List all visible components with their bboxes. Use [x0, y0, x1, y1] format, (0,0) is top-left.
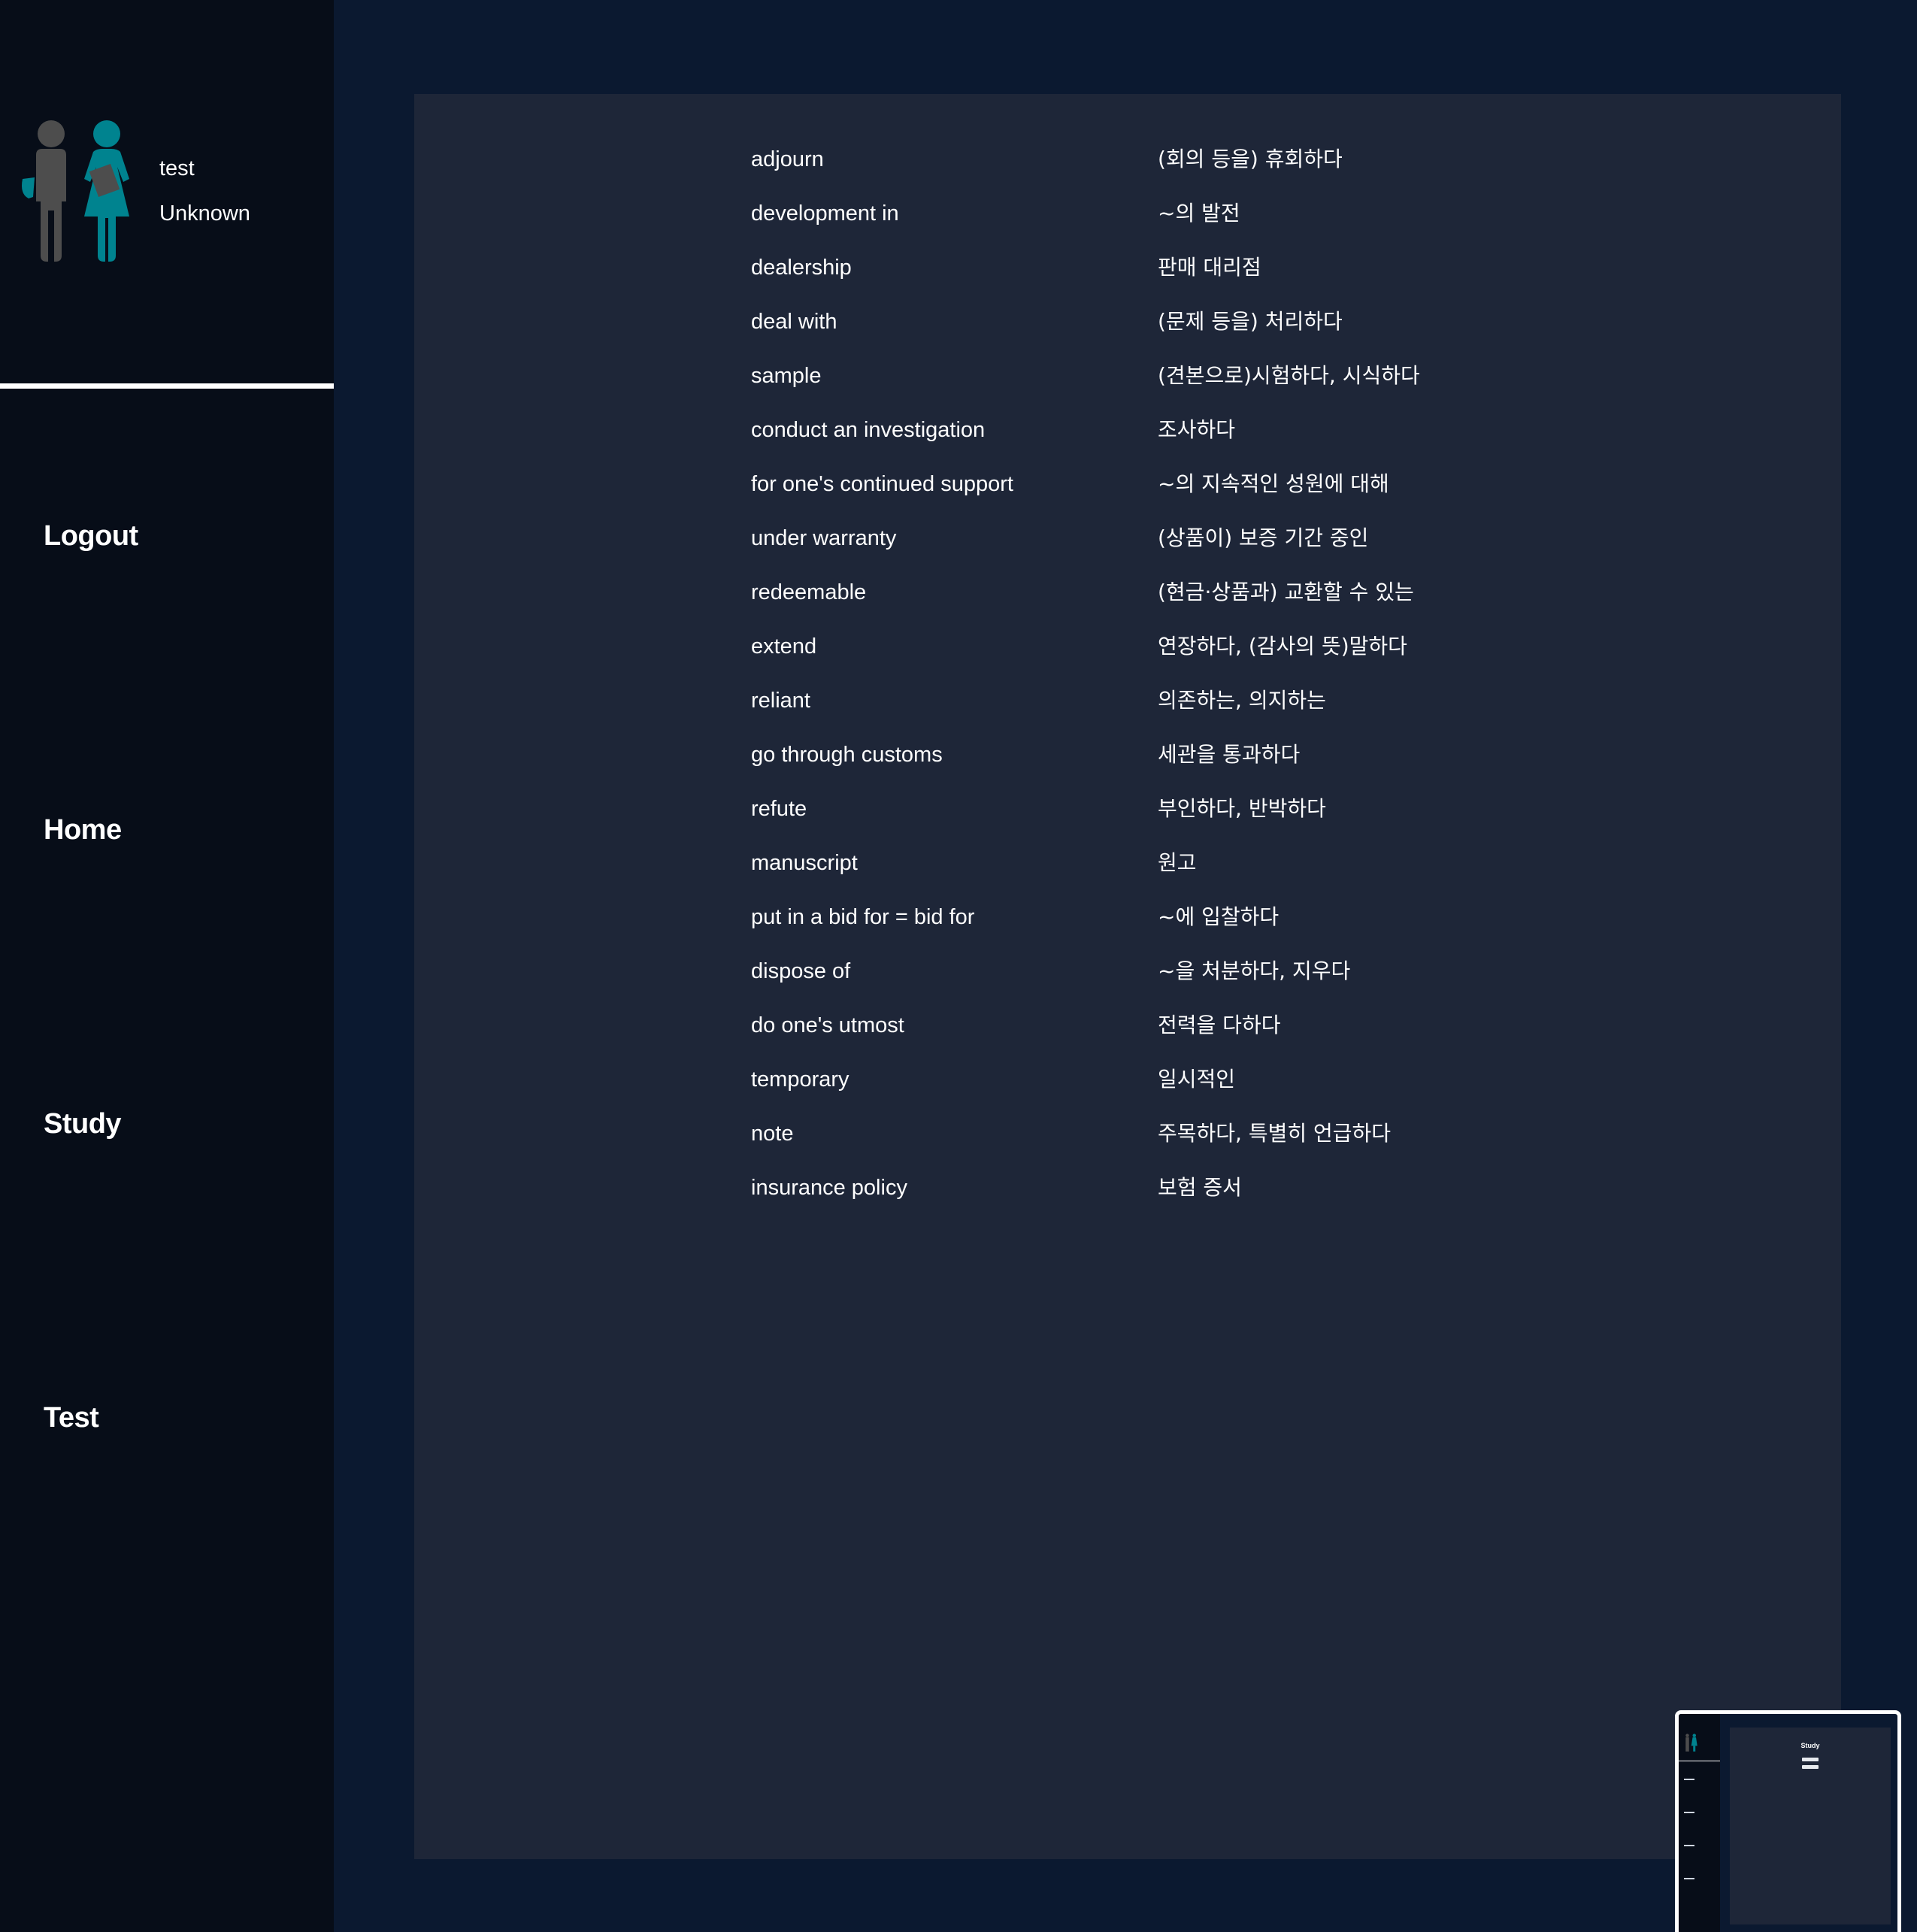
couple-avatar-icon — [22, 120, 129, 262]
vocabulary-meaning: 조사하다 — [1158, 417, 1236, 442]
vocabulary-meaning: (현금·상품과) 교환할 수 있는 — [1158, 580, 1414, 604]
vocabulary-meaning: 세관을 통과하다 — [1158, 742, 1301, 767]
thumbnail-avatar-icon — [1685, 1734, 1697, 1752]
vocabulary-row: deal with (문제 등을) 처리하다 — [751, 305, 1503, 359]
vocabulary-row: for one's continued support ~의 지속적인 성원에 대… — [751, 468, 1503, 522]
profile-name: test — [159, 156, 195, 180]
vocabulary-row: manuscript 원고 — [751, 846, 1503, 901]
vocabulary-row: reliant 의존하는, 의지하는 — [751, 684, 1503, 738]
vocabulary-meaning: 일시적인 — [1158, 1067, 1236, 1092]
profile-status: Unknown — [159, 201, 250, 226]
thumbnail-title: Study — [1800, 1742, 1820, 1749]
thumbnail-sidebar — [1679, 1714, 1720, 1932]
vocabulary-word: redeemable — [751, 580, 867, 604]
vocabulary-row: go through customs 세관을 통과하다 — [751, 738, 1503, 792]
vocabulary-meaning: 판매 대리점 — [1158, 255, 1261, 280]
vocabulary-meaning: 의존하는, 의지하는 — [1158, 688, 1326, 713]
vocabulary-row: conduct an investigation 조사하다 — [751, 413, 1503, 468]
vocabulary-row: adjourn (회의 등을) 휴회하다 — [751, 143, 1503, 197]
vocabulary-row: under warranty (상품이) 보증 기간 중인 — [751, 522, 1503, 576]
vocabulary-meaning: 원고 — [1158, 850, 1197, 875]
sidebar-divider — [0, 383, 334, 389]
vocabulary-word: do one's utmost — [751, 1013, 904, 1037]
nav-home[interactable]: Home — [44, 811, 122, 849]
vocabulary-word: development in — [751, 201, 899, 226]
page-thumbnail-preview[interactable]: Study — [1675, 1710, 1901, 1932]
vocabulary-meaning: 보험 증서 — [1158, 1175, 1242, 1200]
vocabulary-word: dealership — [751, 256, 852, 280]
thumbnail-nav-study — [1684, 1845, 1694, 1846]
user-profile: test Unknown — [0, 0, 334, 383]
vocabulary-meaning: 주목하다, 특별히 언급하다 — [1158, 1121, 1392, 1146]
vocabulary-row: refute 부인하다, 반박하다 — [751, 792, 1503, 846]
vocabulary-word: note — [751, 1122, 794, 1146]
vocabulary-row: development in ~의 발전 — [751, 197, 1503, 251]
thumbnail-nav-logout — [1684, 1779, 1694, 1780]
vocabulary-meaning: ~의 지속적인 성원에 대해 — [1158, 471, 1389, 496]
vocabulary-row: note 주목하다, 특별히 언급하다 — [751, 1117, 1503, 1171]
thumbnail-button — [1802, 1758, 1819, 1761]
vocabulary-meaning: ~에 입찰하다 — [1158, 904, 1280, 929]
vocabulary-meaning: 연장하다, (감사의 뜻)말하다 — [1158, 634, 1407, 659]
vocabulary-meaning: (회의 등을) 휴회하다 — [1158, 147, 1343, 171]
vocabulary-meaning: 부인하다, 반박하다 — [1158, 796, 1326, 821]
vocabulary-row: redeemable (현금·상품과) 교환할 수 있는 — [751, 576, 1503, 630]
nav-study[interactable]: Study — [44, 1105, 122, 1143]
vocabulary-row: insurance policy 보험 증서 — [751, 1171, 1503, 1225]
thumbnail-button — [1802, 1765, 1819, 1769]
vocabulary-word: extend — [751, 634, 817, 659]
vocabulary-word: temporary — [751, 1067, 849, 1092]
vocabulary-word: for one's continued support — [751, 472, 1013, 496]
vocabulary-word: put in a bid for = bid for — [751, 905, 975, 929]
sidebar: test Unknown Logout Home Study Test — [0, 0, 334, 1932]
vocabulary-word: dispose of — [751, 959, 851, 983]
vocabulary-meaning: ~의 발전 — [1158, 201, 1240, 226]
nav-logout[interactable]: Logout — [44, 517, 138, 555]
vocabulary-word: insurance policy — [751, 1176, 907, 1200]
vocabulary-row: sample (견본으로)시험하다, 시식하다 — [751, 359, 1503, 413]
vocabulary-meaning: (상품이) 보증 기간 중인 — [1158, 525, 1369, 550]
nav-test[interactable]: Test — [44, 1399, 99, 1437]
vocabulary-meaning: ~을 처분하다, 지우다 — [1158, 958, 1351, 983]
vocabulary-word: adjourn — [751, 147, 824, 171]
thumbnail-nav-test — [1684, 1878, 1694, 1879]
vocabulary-word: go through customs — [751, 743, 943, 767]
vocabulary-list: adjourn (회의 등을) 휴회하다 development in ~의 발전 de… — [751, 143, 1503, 1225]
vocabulary-meaning: 전력을 다하다 — [1158, 1013, 1281, 1037]
vocabulary-row: temporary 일시적인 — [751, 1063, 1503, 1117]
thumbnail-panel: Study — [1730, 1728, 1891, 1924]
vocabulary-row: extend 연장하다, (감사의 뜻)말하다 — [751, 630, 1503, 684]
vocabulary-meaning: (문제 등을) 처리하다 — [1158, 309, 1343, 334]
vocabulary-word: manuscript — [751, 851, 858, 875]
vocabulary-meaning: (견본으로)시험하다, 시식하다 — [1158, 363, 1420, 388]
thumbnail-nav-home — [1684, 1812, 1694, 1813]
vocabulary-row: dealership 판매 대리점 — [751, 251, 1503, 305]
vocabulary-row: dispose of ~을 처분하다, 지우다 — [751, 955, 1503, 1009]
vocabulary-word: deal with — [751, 310, 837, 334]
vocabulary-word: conduct an investigation — [751, 418, 986, 442]
vocabulary-word: under warranty — [751, 526, 897, 550]
vocabulary-word: sample — [751, 364, 822, 388]
vocabulary-row: do one's utmost 전력을 다하다 — [751, 1009, 1503, 1063]
vocabulary-word: reliant — [751, 689, 810, 713]
vocabulary-word: refute — [751, 797, 807, 821]
vocabulary-row: put in a bid for = bid for ~에 입찰하다 — [751, 901, 1503, 955]
